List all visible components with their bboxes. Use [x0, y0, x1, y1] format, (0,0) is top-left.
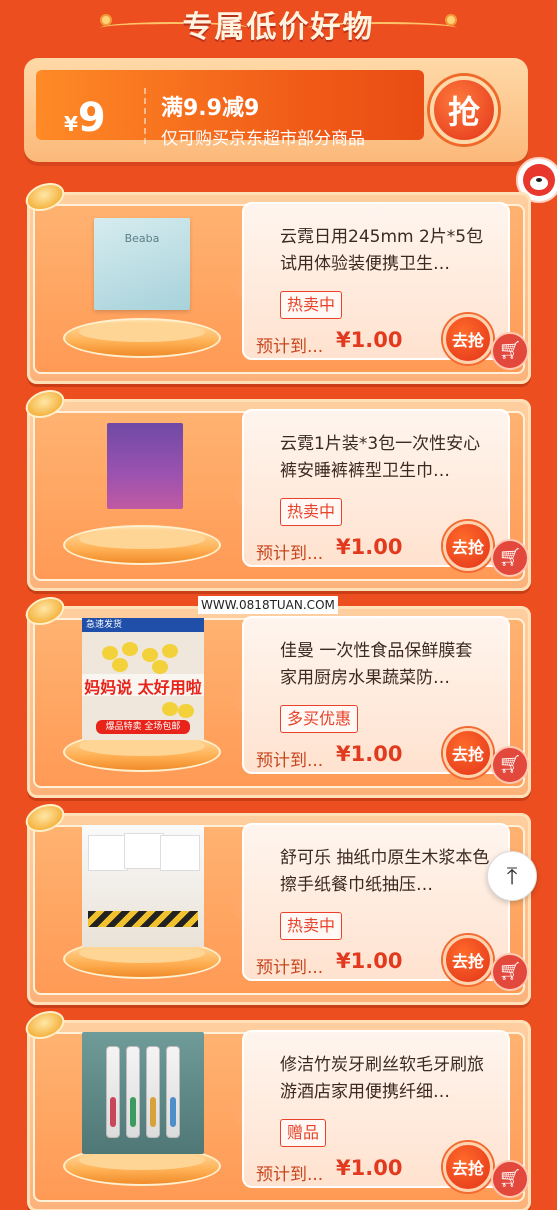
product-price: ¥1.00 — [336, 1156, 403, 1180]
product-info: 云霓日用245mm 2片*5包试用体验装便携卫生… 热卖中 预计到... ¥1.… — [242, 202, 510, 364]
coupon-body: ¥9 满9.9减9 仅可购买京东超市部分商品 — [36, 70, 424, 149]
toothbrush — [106, 1046, 120, 1138]
product-tag: 热卖中 — [280, 498, 343, 526]
grab-button[interactable]: 去抢 — [443, 1142, 493, 1192]
estimate-label: 预计到... — [256, 337, 324, 357]
product-info: 云霓1片装*3包一次性安心裤安睡裤裤型卫生巾… 热卖中 预计到... ¥1.00… — [242, 409, 510, 571]
product-price: ¥1.00 — [336, 949, 403, 973]
tissue-pack — [88, 835, 128, 871]
coupon-grab-button[interactable]: 抢 — [430, 76, 498, 144]
section-title: 专属低价好物 — [182, 10, 375, 45]
product-title[interactable]: 云霓1片装*3包一次性安心裤安睡裤裤型卫生巾… — [280, 431, 490, 487]
estimate-label: 预计到... — [256, 958, 324, 978]
toothbrush — [146, 1046, 160, 1138]
product-title[interactable]: 舒可乐 抽纸巾原生木浆本色擦手纸餐巾纸抽压… — [280, 845, 490, 901]
pedestal — [63, 318, 221, 358]
section-header: 专属低价好物 — [0, 0, 557, 50]
product-tag: 热卖中 — [280, 912, 343, 940]
cart-icon: 🛒︎ — [498, 547, 522, 568]
grab-button[interactable]: 去抢 — [443, 314, 493, 364]
product-card[interactable]: 舒可乐 抽纸巾原生木浆本色擦手纸餐巾纸抽压… 热卖中 预计到... ¥1.00 … — [21, 798, 531, 1005]
product-image[interactable]: 急速发货 妈妈说 太好用啦 爆品特卖 全场包邮 — [82, 618, 204, 740]
fruit-shape — [162, 702, 178, 716]
image-banner-top: 急速发货 — [82, 618, 204, 632]
pedestal — [63, 525, 221, 565]
grab-button[interactable]: 去抢 — [443, 521, 493, 571]
product-price: ¥1.00 — [336, 328, 403, 352]
estimate-label: 预计到... — [256, 751, 324, 771]
tissue-pack — [160, 835, 200, 871]
product-tag: 多买优惠 — [280, 705, 359, 733]
product-card[interactable]: 修洁竹炭牙刷丝软毛牙刷旅游酒店家用便携纤细… 赠品 预计到... ¥1.00 去… — [21, 1005, 531, 1210]
product-title[interactable]: 佳曼 一次性食品保鲜膜套 家用厨房水果蔬菜防… — [280, 638, 490, 694]
cart-icon: 🛒︎ — [498, 340, 522, 361]
product-info: 修洁竹炭牙刷丝软毛牙刷旅游酒店家用便携纤细… 赠品 预计到... ¥1.00 去… — [242, 1030, 510, 1192]
product-image[interactable] — [82, 825, 204, 947]
product-tag: 热卖中 — [280, 291, 343, 319]
add-to-cart-button[interactable]: 🛒︎ — [491, 746, 529, 784]
arrow-up-icon: ⤒ — [506, 862, 518, 890]
fruit-shape — [162, 644, 178, 658]
product-card[interactable]: 急速发货 妈妈说 太好用啦 爆品特卖 全场包邮 佳曼 一次性食品保鲜膜套 家用厨… — [21, 591, 531, 798]
product-title[interactable]: 云霓日用245mm 2片*5包试用体验装便携卫生… — [280, 224, 490, 280]
product-price: ¥1.00 — [336, 535, 403, 559]
product-tag: 赠品 — [280, 1119, 327, 1147]
coupon-currency: ¥ — [64, 112, 78, 136]
fruit-shape — [152, 660, 168, 674]
coupon-card[interactable]: ¥9 满9.9减9 仅可购买京东超市部分商品 抢 — [24, 58, 528, 162]
product-card[interactable]: 云霓1片装*3包一次性安心裤安睡裤裤型卫生巾… 热卖中 预计到... ¥1.00… — [21, 384, 531, 591]
add-to-cart-button[interactable]: 🛒︎ — [491, 1160, 529, 1198]
add-to-cart-button[interactable]: 🛒︎ — [491, 539, 529, 577]
product-card[interactable]: Beaba 云霓日用245mm 2片*5包试用体验装便携卫生… 热卖中 预计到.… — [21, 177, 531, 384]
coupon-title: 满9.9减9 — [161, 96, 260, 121]
add-to-cart-button[interactable]: 🛒︎ — [491, 332, 529, 370]
fruit-shape — [122, 642, 138, 656]
coupon-value: 9 — [77, 95, 106, 141]
fruit-shape — [112, 658, 128, 672]
product-title[interactable]: 修洁竹炭牙刷丝软毛牙刷旅游酒店家用便携纤细… — [280, 1052, 490, 1108]
estimate-label: 预计到... — [256, 1165, 324, 1185]
image-banner-middle: 妈妈说 太好用啦 — [82, 674, 204, 697]
grab-button[interactable]: 去抢 — [443, 935, 493, 985]
fruit-shape — [178, 704, 194, 718]
product-info: 佳曼 一次性食品保鲜膜套 家用厨房水果蔬菜防… 多买优惠 预计到... ¥1.0… — [242, 616, 510, 778]
toothbrush — [166, 1046, 180, 1138]
cart-icon: 🛒︎ — [498, 1168, 522, 1189]
grab-button[interactable]: 去抢 — [443, 728, 493, 778]
estimate-label: 预计到... — [256, 544, 324, 564]
image-banner-bottom: 爆品特卖 全场包邮 — [96, 720, 190, 734]
watermark-text: WWW.0818TUAN.COM — [198, 596, 338, 614]
product-image[interactable] — [107, 423, 183, 509]
tissue-stripe — [88, 911, 198, 927]
coupon-amount: ¥9 — [64, 98, 106, 144]
product-image-brand: Beaba — [124, 232, 160, 245]
toothbrush — [126, 1046, 140, 1138]
add-to-cart-button[interactable]: 🛒︎ — [491, 953, 529, 991]
product-image[interactable]: Beaba — [94, 218, 190, 310]
back-to-top-button[interactable]: ⤒ — [487, 851, 537, 901]
cart-icon: 🛒︎ — [498, 961, 522, 982]
cart-icon: 🛒︎ — [498, 754, 522, 775]
mascot-face — [523, 164, 555, 196]
product-image[interactable] — [82, 1032, 204, 1154]
tissue-pack — [124, 833, 164, 869]
product-price: ¥1.00 — [336, 742, 403, 766]
product-info: 舒可乐 抽纸巾原生木浆本色擦手纸餐巾纸抽压… 热卖中 预计到... ¥1.00 … — [242, 823, 510, 985]
coupon-divider — [144, 88, 146, 144]
coupon-description: 仅可购买京东超市部分商品 — [161, 129, 365, 149]
